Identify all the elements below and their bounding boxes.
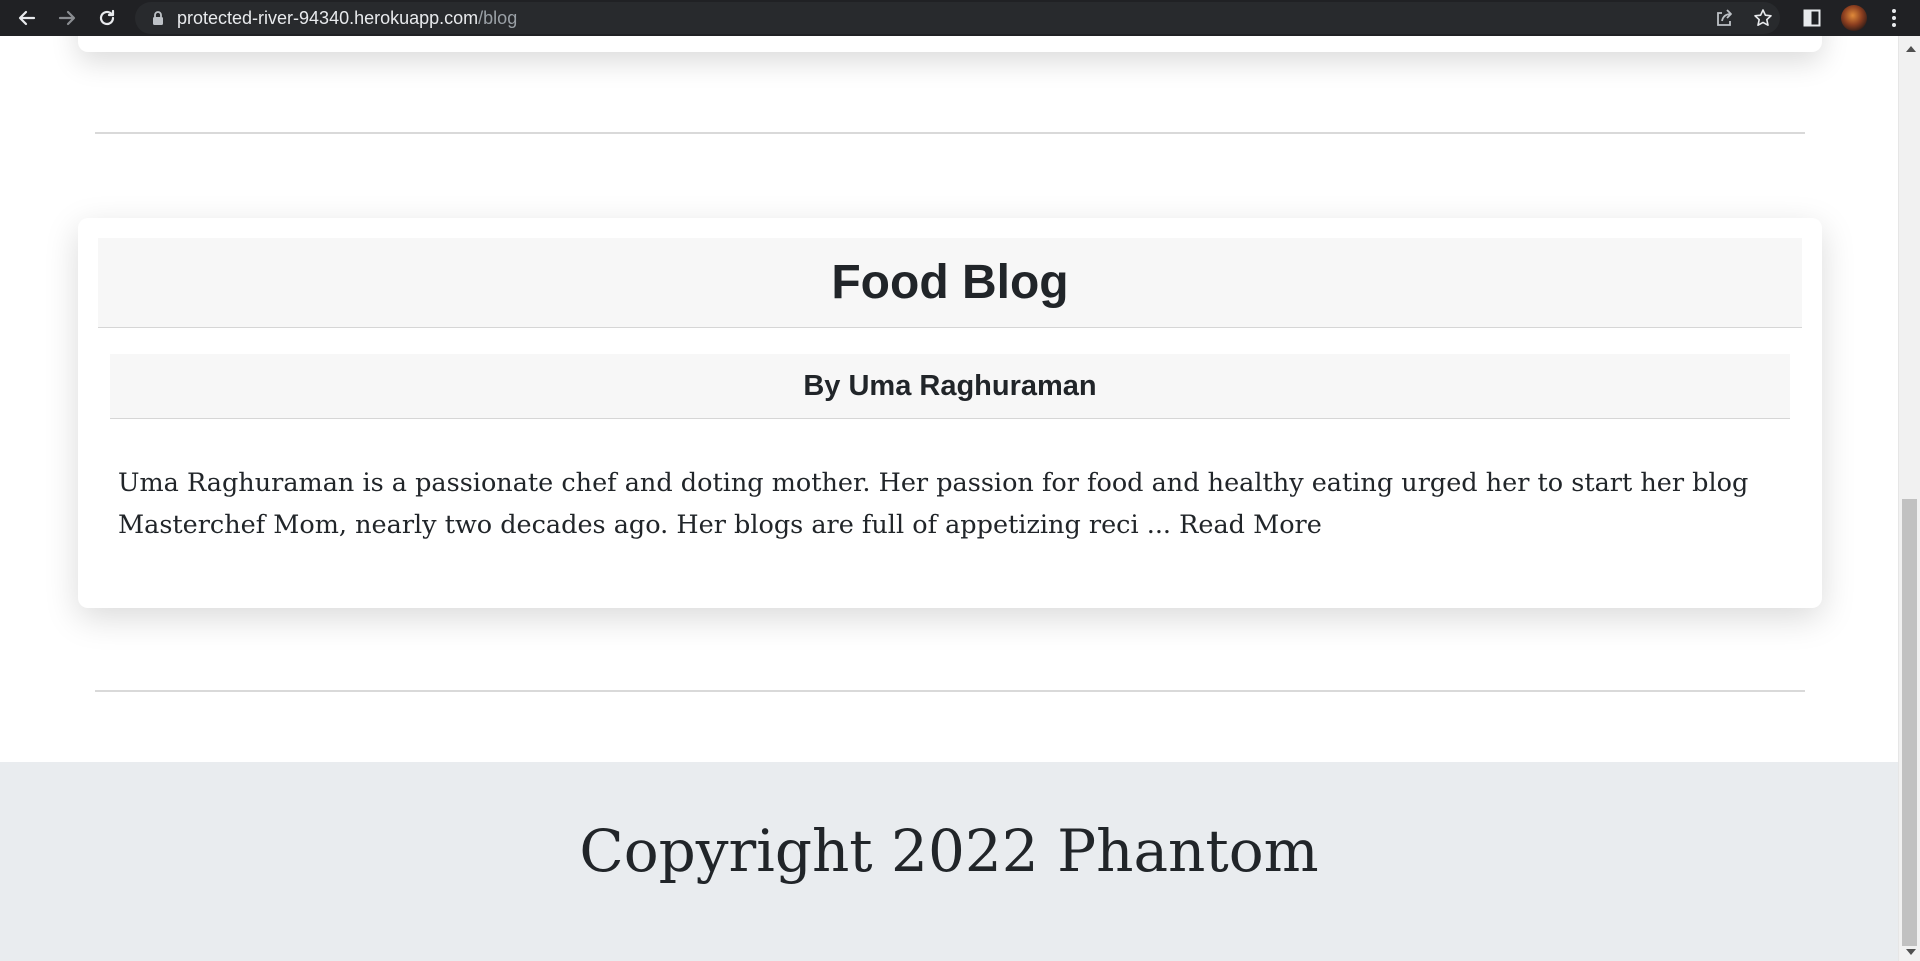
scrollbar-thumb[interactable] bbox=[1902, 499, 1917, 946]
url-host: protected-river-94340.herokuapp.com bbox=[177, 8, 479, 28]
post-excerpt-text: Uma Raghuraman is a passionate chef and … bbox=[118, 468, 1749, 540]
post-author: By Uma Raghuraman bbox=[803, 369, 1097, 402]
kebab-menu-icon[interactable] bbox=[1882, 6, 1906, 30]
star-icon[interactable] bbox=[1751, 6, 1775, 30]
back-arrow-icon[interactable] bbox=[13, 4, 41, 32]
forward-arrow-icon[interactable] bbox=[53, 4, 81, 32]
blog-post-card: Food Blog By Uma Raghuraman Uma Raghuram… bbox=[78, 218, 1822, 608]
scroll-up-arrow-icon[interactable] bbox=[1906, 46, 1916, 52]
vertical-scrollbar[interactable] bbox=[1898, 36, 1920, 961]
url-path: /blog bbox=[478, 8, 518, 28]
divider bbox=[95, 132, 1805, 134]
profile-avatar[interactable] bbox=[1841, 5, 1867, 31]
copyright-text: Copyright 2022 Phantom bbox=[579, 817, 1319, 885]
url-text[interactable]: protected-river-94340.herokuapp.com/blog bbox=[177, 8, 517, 29]
footer: Copyright 2022 Phantom bbox=[0, 762, 1898, 961]
read-more-link[interactable]: Read More bbox=[1179, 510, 1322, 540]
page-content: Food Blog By Uma Raghuraman Uma Raghuram… bbox=[0, 36, 1898, 961]
post-excerpt: Uma Raghuraman is a passionate chef and … bbox=[118, 462, 1818, 546]
browser-toolbar: protected-river-94340.herokuapp.com/blog bbox=[0, 0, 1920, 36]
post-author-header: By Uma Raghuraman bbox=[110, 354, 1790, 419]
reload-icon[interactable] bbox=[93, 4, 121, 32]
post-title-header: Food Blog bbox=[98, 238, 1802, 328]
share-icon[interactable] bbox=[1712, 6, 1736, 30]
lock-icon[interactable] bbox=[152, 11, 164, 30]
side-panel-icon[interactable] bbox=[1800, 6, 1824, 30]
scroll-down-arrow-icon[interactable] bbox=[1906, 949, 1916, 955]
divider bbox=[95, 690, 1805, 692]
previous-post-card bbox=[78, 36, 1822, 52]
post-title: Food Blog bbox=[831, 256, 1069, 309]
